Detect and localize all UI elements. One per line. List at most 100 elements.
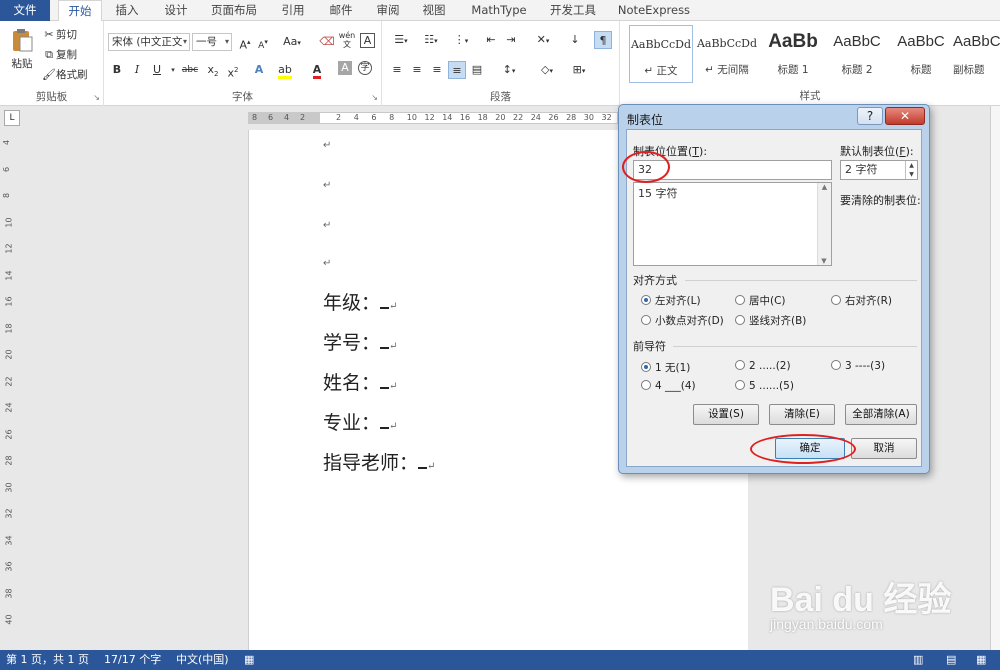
font-size-select[interactable]: 一号 ▾ xyxy=(192,33,232,51)
print-layout-icon[interactable]: ▤ xyxy=(946,650,956,670)
leader-dashes-radio[interactable]: 3 ----(3) xyxy=(831,360,885,372)
font-launcher-icon[interactable]: ↘ xyxy=(371,93,378,102)
tab-file[interactable]: 文件 xyxy=(0,0,50,21)
spinner-arrows-icon[interactable]: ▲ ▼ xyxy=(905,161,917,179)
doc-line-student-id[interactable]: 学号： ↵ xyxy=(323,328,397,355)
style-title[interactable]: AaBbC 标题 xyxy=(889,25,953,83)
doc-line-name[interactable]: 姓名： ↵ xyxy=(323,368,397,395)
tab-stop-item[interactable]: 15 字符 xyxy=(638,185,678,201)
leader-middle-dots-radio[interactable]: 5 ......(5) xyxy=(735,380,794,392)
chinese-layout-button[interactable]: ✕▾ xyxy=(530,31,556,49)
tab-insert[interactable]: 插入 xyxy=(106,0,148,21)
subscript-button[interactable]: x2 xyxy=(204,61,222,79)
format-painter-button[interactable]: 🖌格式刷 xyxy=(42,67,87,82)
status-word-count[interactable]: 17/17 个字 xyxy=(104,650,161,670)
clear-all-button[interactable]: 全部清除(A) xyxy=(845,404,917,425)
ruler-number: 38 xyxy=(4,587,14,599)
sort-button[interactable]: ↓ xyxy=(566,31,584,49)
decrease-indent-button[interactable]: ⇤ xyxy=(482,31,500,49)
tab-selector-button[interactable]: L xyxy=(4,110,20,126)
doc-line-advisor[interactable]: 指导老师： ↵ xyxy=(323,448,435,475)
copy-button[interactable]: ⧉ 复制 xyxy=(42,47,77,62)
style-no-spacing[interactable]: AaBbCcDd ↵ 无间隔 xyxy=(695,25,759,83)
tab-position-input[interactable]: 32 xyxy=(633,160,832,180)
tab-references[interactable]: 引用 xyxy=(272,0,314,21)
radio-dot xyxy=(735,295,745,305)
align-bar-radio[interactable]: 竖线对齐(B) xyxy=(735,313,806,328)
status-language[interactable]: 中文(中国) xyxy=(176,650,229,670)
clear-format-icon[interactable]: ⌫ xyxy=(318,33,336,51)
clipboard-group-label: 剪贴板 xyxy=(35,91,68,103)
tab-noteexpress[interactable]: NoteExpress xyxy=(613,0,695,21)
doc-line-major[interactable]: 专业： ↵ xyxy=(323,408,397,435)
align-decimal-radio[interactable]: 小数点对齐(D) xyxy=(641,313,724,328)
tab-home[interactable]: 开始 xyxy=(58,0,102,22)
leader-none-radio[interactable]: 1 无(1) xyxy=(641,360,690,375)
doc-line-grade[interactable]: 年级： ↵ xyxy=(323,288,397,315)
line-spacing-button[interactable]: ↕▾ xyxy=(496,61,522,79)
web-layout-icon[interactable]: ▦ xyxy=(976,650,986,670)
clear-button[interactable]: 清除(E) xyxy=(769,404,835,425)
close-button[interactable]: ✕ xyxy=(885,107,925,125)
character-border-button[interactable]: A xyxy=(360,33,375,48)
distribute-button[interactable]: ▤ xyxy=(468,61,486,79)
scroll-down-icon[interactable]: ▼ xyxy=(818,257,830,265)
numbering-button[interactable]: ☷▾ xyxy=(418,31,444,49)
borders-button[interactable]: ⊞▾ xyxy=(566,61,592,79)
help-button[interactable]: ? xyxy=(857,107,883,125)
cut-button[interactable]: ✂ 剪切 xyxy=(42,27,77,42)
phonetic-guide-button[interactable]: wén 文 xyxy=(338,31,356,49)
status-page[interactable]: 第 1 页，共 1 页 xyxy=(6,650,89,670)
tab-developer[interactable]: 开发工具 xyxy=(543,0,603,21)
tab-page-layout[interactable]: 页面布局 xyxy=(203,0,265,21)
paste-button[interactable]: 粘贴 xyxy=(8,27,36,77)
shading-button[interactable]: ◇▾ xyxy=(534,61,560,79)
tab-view[interactable]: 视图 xyxy=(413,0,455,21)
leader-underline-radio[interactable]: 4 ___(4) xyxy=(641,380,696,392)
macro-record-icon[interactable]: ▦ xyxy=(244,650,254,670)
align-left-button[interactable]: ≡ xyxy=(388,61,406,79)
multilevel-list-button[interactable]: ⋮▾ xyxy=(448,31,474,49)
scroll-up-icon[interactable]: ▲ xyxy=(818,183,831,191)
tab-mathtype[interactable]: MathType xyxy=(466,0,532,21)
bullets-button[interactable]: ☰▾ xyxy=(388,31,414,49)
shrink-font-button[interactable]: A▾ xyxy=(254,33,272,51)
align-right-radio[interactable]: 右对齐(R) xyxy=(831,293,892,308)
align-right-button[interactable]: ≡ xyxy=(428,61,446,79)
bold-button[interactable]: B xyxy=(108,61,126,79)
change-case-button[interactable]: Aa▾ xyxy=(280,33,304,51)
tab-mailings[interactable]: 邮件 xyxy=(320,0,362,21)
style-heading-2[interactable]: AaBbC 标题 2 xyxy=(825,25,889,83)
text-effects-button[interactable]: A xyxy=(250,61,268,79)
style-subtitle[interactable]: AaBbC 副标题 xyxy=(953,25,1000,83)
cancel-button[interactable]: 取消 xyxy=(851,438,917,459)
strikethrough-button[interactable]: abc xyxy=(178,61,202,79)
show-marks-button[interactable]: ¶ xyxy=(594,31,612,49)
character-shading-button[interactable]: A xyxy=(338,61,352,75)
clipboard-launcher-icon[interactable]: ↘ xyxy=(93,93,100,102)
align-center-button[interactable]: ≡ xyxy=(408,61,426,79)
grow-font-button[interactable]: A▴ xyxy=(236,33,254,52)
font-name-select[interactable]: 宋体 (中文正文 ▾ xyxy=(108,33,190,51)
justify-button[interactable]: ≡ xyxy=(448,61,466,79)
increase-indent-button[interactable]: ⇥ xyxy=(502,31,520,49)
font-name-value: 宋体 (中文正文 xyxy=(112,36,183,48)
ok-button[interactable]: 确定 xyxy=(775,438,845,459)
align-left-radio[interactable]: 左对齐(L) xyxy=(641,293,701,308)
enclose-character-button[interactable]: 字 xyxy=(358,61,372,75)
highlight-button[interactable]: ab xyxy=(276,61,294,79)
list-scrollbar[interactable]: ▲ ▼ xyxy=(817,183,831,265)
style-heading-1[interactable]: AaBb 标题 1 xyxy=(761,25,825,83)
align-center-radio[interactable]: 居中(C) xyxy=(735,293,786,308)
font-color-button[interactable]: A xyxy=(308,61,326,79)
tab-review[interactable]: 审阅 xyxy=(367,0,409,21)
superscript-button[interactable]: x2 xyxy=(224,61,242,80)
tab-design[interactable]: 设计 xyxy=(155,0,197,21)
italic-button[interactable]: I xyxy=(128,61,146,79)
leader-dots-radio[interactable]: 2 .....(2) xyxy=(735,360,791,372)
style-normal[interactable]: AaBbCcDd ↵ 正文 xyxy=(629,25,693,83)
default-tab-spinner[interactable]: 2 字符 ▲ ▼ xyxy=(840,160,918,180)
set-button[interactable]: 设置(S) xyxy=(693,404,759,425)
read-mode-icon[interactable]: ▥ xyxy=(913,650,923,670)
tab-stop-list[interactable]: 15 字符 ▲ ▼ xyxy=(633,182,832,266)
